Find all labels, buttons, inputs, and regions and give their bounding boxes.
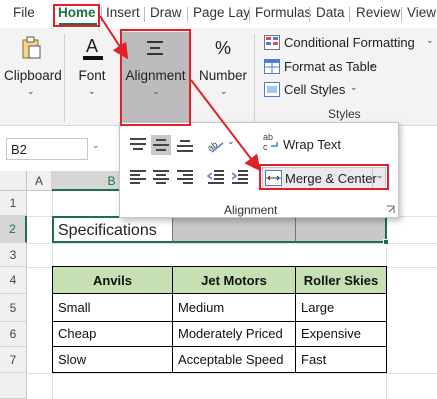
arrow-to-merge-center: [190, 79, 261, 172]
annotation-arrows: [99, 15, 261, 172]
arrow-to-alignment: [99, 15, 129, 60]
